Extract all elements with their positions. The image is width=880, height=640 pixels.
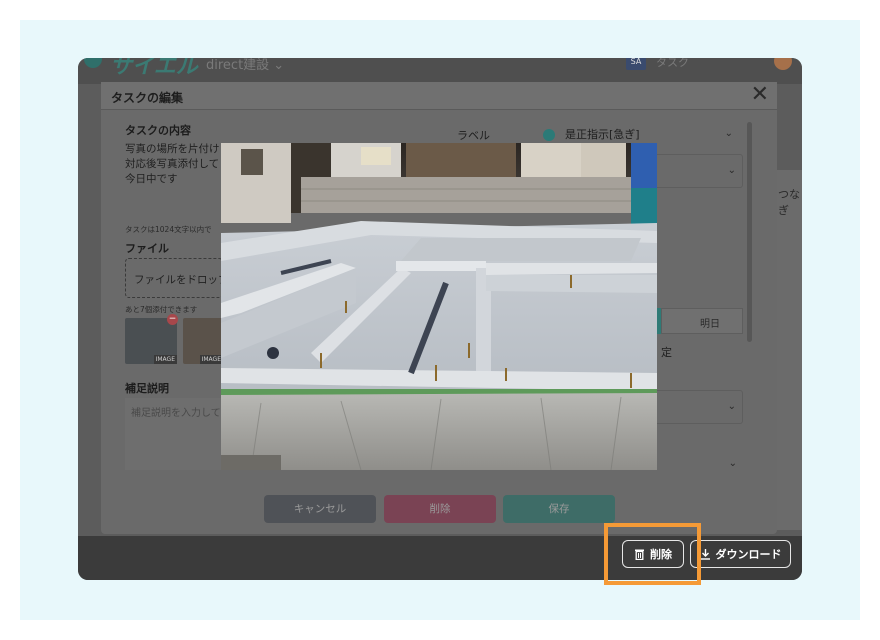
label-field-label: ラベル bbox=[457, 129, 490, 142]
user-menu-label[interactable]: タスク bbox=[656, 58, 689, 70]
download-button[interactable]: ダウンロード bbox=[690, 540, 791, 568]
scrollbar[interactable] bbox=[747, 122, 752, 342]
chevron-down-icon: ⌄ bbox=[727, 165, 736, 176]
attachment-thumbnail[interactable]: − IMAGE bbox=[125, 314, 178, 364]
background-panel bbox=[776, 170, 802, 530]
delete-task-button[interactable]: 削除 bbox=[384, 495, 496, 523]
chevron-down-icon: ⌄ bbox=[728, 458, 737, 469]
chevron-down-icon: ⌄ bbox=[727, 401, 736, 412]
task-limit-note: タスクは1024文字以内で bbox=[125, 225, 212, 234]
app-header: サイエル direct建設 ⌄ SA タスク bbox=[78, 58, 802, 84]
download-icon bbox=[700, 549, 710, 560]
modal-titlebar: タスクの編集 ✕ bbox=[101, 82, 777, 110]
notes-textarea[interactable]: 補足説明を入力して bbox=[125, 398, 225, 470]
logo-icon bbox=[84, 58, 102, 68]
app-logo: サイエル bbox=[110, 58, 198, 79]
download-label: ダウンロード bbox=[715, 548, 782, 561]
save-button[interactable]: 保存 bbox=[503, 495, 615, 523]
highlight-annotation bbox=[604, 523, 701, 585]
attachment-thumbnail[interactable]: IMAGE bbox=[183, 318, 223, 364]
user-chip[interactable]: SA bbox=[626, 58, 646, 70]
close-icon[interactable]: ✕ bbox=[751, 84, 769, 106]
label-color-dot bbox=[543, 129, 555, 141]
notes-placeholder: 補足説明を入力して bbox=[131, 408, 221, 419]
file-drop-text: ファイルをドロップ bbox=[134, 274, 229, 286]
background-panel-text: つなぎ bbox=[778, 188, 800, 217]
thumbnail-label: IMAGE bbox=[153, 355, 177, 364]
thumbnail-label: IMAGE bbox=[199, 355, 223, 364]
date-tab-tomorrow[interactable]: 明日 bbox=[661, 308, 743, 334]
avatar[interactable] bbox=[774, 58, 792, 70]
remove-icon[interactable]: − bbox=[167, 314, 178, 325]
date-tab-tomorrow-label: 明日 bbox=[700, 319, 720, 330]
lightbox-photo bbox=[221, 143, 657, 470]
file-remaining-note: あと7個添付できます bbox=[125, 305, 198, 314]
label-field-value: 是正指示[急ぎ] bbox=[565, 128, 640, 141]
company-selector[interactable]: direct建設 ⌄ bbox=[206, 58, 284, 73]
chevron-down-icon: ⌄ bbox=[724, 128, 733, 139]
modal-title: タスクの編集 bbox=[111, 91, 184, 105]
file-drop-area[interactable]: ファイルをドロップ bbox=[125, 258, 229, 298]
file-label: ファイル bbox=[125, 242, 169, 255]
cancel-button[interactable]: キャンセル bbox=[264, 495, 376, 523]
notes-label: 補足説明 bbox=[125, 382, 169, 395]
task-content-label: タスクの内容 bbox=[125, 124, 191, 137]
date-row-text: 定 bbox=[661, 346, 672, 359]
task-content-textarea[interactable]: 写真の場所を片付け 対応後写真添付して 今日中です bbox=[125, 142, 225, 214]
